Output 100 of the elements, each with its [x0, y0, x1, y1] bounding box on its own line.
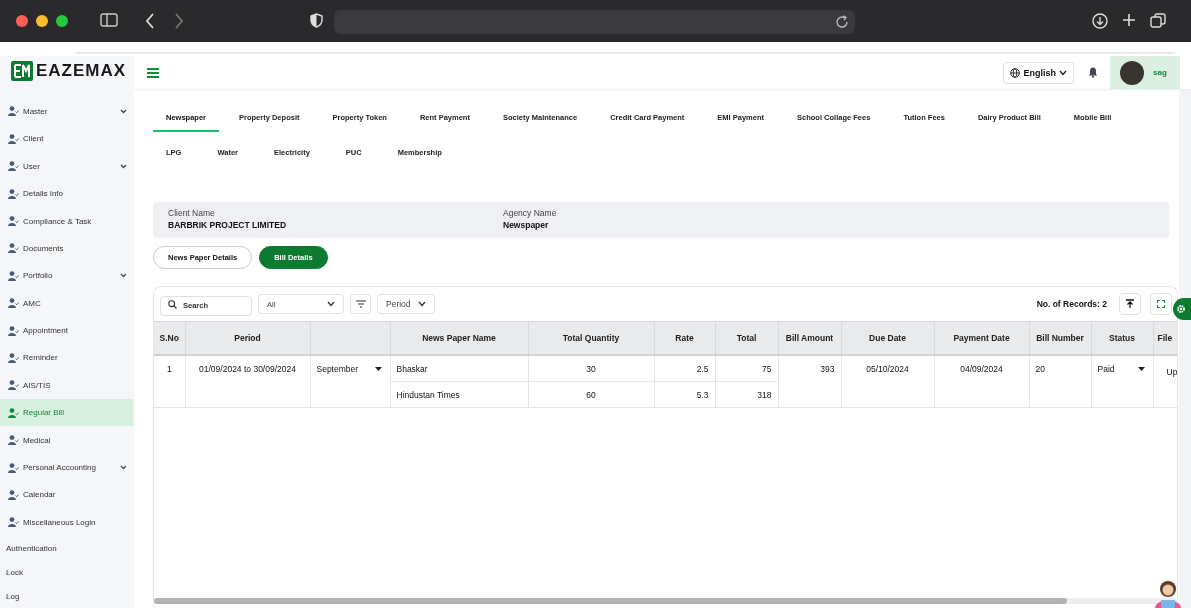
- user-menu[interactable]: sag: [1110, 56, 1180, 89]
- person-check-icon: [8, 188, 19, 199]
- person-check-icon: [8, 325, 19, 336]
- globe-icon: [1010, 67, 1021, 78]
- download-icon[interactable]: [1092, 13, 1108, 29]
- close-window-icon[interactable]: [16, 15, 28, 27]
- person-check-icon: [8, 106, 19, 117]
- person-check-icon: [8, 161, 19, 172]
- sidebar-toggle-icon[interactable]: [100, 13, 118, 27]
- sidebar-item[interactable]: AIS/TIS: [0, 371, 134, 400]
- tabs-overview-icon[interactable]: [1150, 13, 1166, 29]
- logo-icon: [11, 60, 33, 81]
- table-cell: 05/10/2024: [841, 355, 934, 408]
- vertical-scrollbar[interactable]: [1179, 90, 1191, 608]
- sidebar-item[interactable]: Miscellaneous Login: [0, 508, 134, 536]
- fullscreen-button[interactable]: [1150, 293, 1172, 315]
- dropdown-arrow-icon: [374, 367, 382, 371]
- avatar: [1120, 60, 1144, 85]
- shield-icon: [310, 13, 323, 28]
- sidebar-item[interactable]: Reminder: [0, 344, 134, 372]
- person-check-icon: [8, 462, 19, 473]
- column-header: Period: [185, 321, 310, 355]
- filter-button[interactable]: [350, 294, 371, 314]
- menu-icon[interactable]: [147, 67, 159, 78]
- language-dropdown[interactable]: English: [1003, 61, 1074, 84]
- column-header: Total Quantity: [528, 321, 654, 355]
- sidebar-item[interactable]: Regular Bill: [0, 399, 134, 427]
- person-check-icon: [8, 517, 19, 528]
- sidebar-item[interactable]: Medical: [0, 426, 134, 454]
- settings-icon: [1176, 304, 1186, 314]
- field-label: Agency Name: [503, 208, 558, 218]
- sidebar-item[interactable]: Master: [0, 97, 134, 126]
- table-cell: 5.3: [654, 381, 715, 408]
- horizontal-scrollbar[interactable]: [154, 598, 1177, 604]
- sidebar-item[interactable]: Portfolio: [0, 262, 134, 290]
- column-header: Payment Date: [934, 321, 1029, 355]
- person-check-icon: [8, 380, 19, 391]
- table-cell: 04/09/2024: [934, 355, 1029, 408]
- reload-icon[interactable]: [835, 15, 849, 29]
- brand-name: EAZEMAX: [36, 60, 127, 81]
- column-header: Status: [1091, 321, 1153, 355]
- new-tab-icon[interactable]: [1122, 13, 1136, 27]
- sidebar-item[interactable]: Appointment: [0, 316, 134, 345]
- sidebar-item[interactable]: User: [0, 152, 134, 180]
- fullscreen-icon: [1157, 300, 1165, 308]
- sidebar-item[interactable]: AMC: [0, 289, 134, 317]
- settings-button[interactable]: [1173, 298, 1191, 320]
- minimize-window-icon[interactable]: [36, 15, 48, 27]
- month-dropdown[interactable]: September: [316, 364, 384, 374]
- table-cell: 01/09/2024 to 30/09/2024: [185, 355, 310, 408]
- record-count: No. of Records: 2: [1036, 299, 1107, 309]
- sidebar-item[interactable]: Calendar: [0, 481, 134, 509]
- person-check-icon: [8, 270, 19, 281]
- column-header: Total: [715, 321, 778, 355]
- sidebar-item[interactable]: Client: [0, 125, 134, 153]
- person-check-icon: [8, 407, 19, 418]
- sidebar-item[interactable]: Personal Accounting: [0, 453, 134, 482]
- status-dropdown[interactable]: Paid: [1097, 364, 1147, 374]
- person-check-icon: [8, 435, 19, 446]
- upload-link[interactable]: Up: [1166, 367, 1177, 377]
- chevron-down-icon: [418, 301, 426, 307]
- field-value: BARBRIK PROJECT LIMITED: [168, 220, 288, 230]
- person-check-icon: [8, 489, 19, 500]
- dropdown-arrow-icon: [1137, 367, 1145, 371]
- sidebar-item[interactable]: Authentication: [0, 536, 134, 560]
- table-cell: Hindustan Times: [390, 381, 528, 408]
- field-value: Newspaper: [503, 220, 550, 230]
- column-header: S.No: [154, 321, 185, 355]
- filter-icon: [355, 300, 366, 308]
- period-dropdown[interactable]: Period: [377, 294, 435, 314]
- person-check-icon: [8, 243, 19, 254]
- person-check-icon: [8, 352, 19, 363]
- table-cell: Bhaskar: [390, 355, 528, 382]
- person-check-icon: [8, 298, 19, 309]
- column-header: News Paper Name: [390, 321, 528, 355]
- field-label: Client Name: [168, 208, 216, 218]
- column-header: Bill Amount: [778, 321, 841, 355]
- sidebar-item[interactable]: Details Info: [0, 179, 134, 208]
- table-cell: 75: [715, 355, 778, 382]
- notification-bell-icon[interactable]: [1088, 67, 1098, 78]
- forward-icon[interactable]: [174, 13, 184, 29]
- maximize-window-icon[interactable]: [56, 15, 68, 27]
- column-header: Rate: [654, 321, 715, 355]
- chevron-down-icon: [327, 301, 335, 307]
- table-cell: 1: [154, 355, 185, 408]
- table-cell: 20: [1029, 355, 1091, 408]
- upload-icon: [1125, 299, 1135, 309]
- person-check-icon: [8, 133, 19, 144]
- table-cell: 30: [528, 355, 654, 382]
- sidebar-item[interactable]: Log: [0, 584, 134, 608]
- sidebar-item[interactable]: Lock: [0, 560, 134, 584]
- person-check-icon: [8, 216, 19, 226]
- chevron-down-icon: [1059, 69, 1067, 76]
- column-header: Due Date: [841, 321, 934, 355]
- column-header: File: [1153, 321, 1177, 355]
- sidebar-item[interactable]: Documents: [0, 234, 134, 263]
- table-cell: 393: [778, 355, 841, 408]
- sidebar-item[interactable]: Compliance & Task: [0, 207, 134, 235]
- back-icon[interactable]: [145, 13, 155, 29]
- export-button[interactable]: [1119, 293, 1141, 315]
